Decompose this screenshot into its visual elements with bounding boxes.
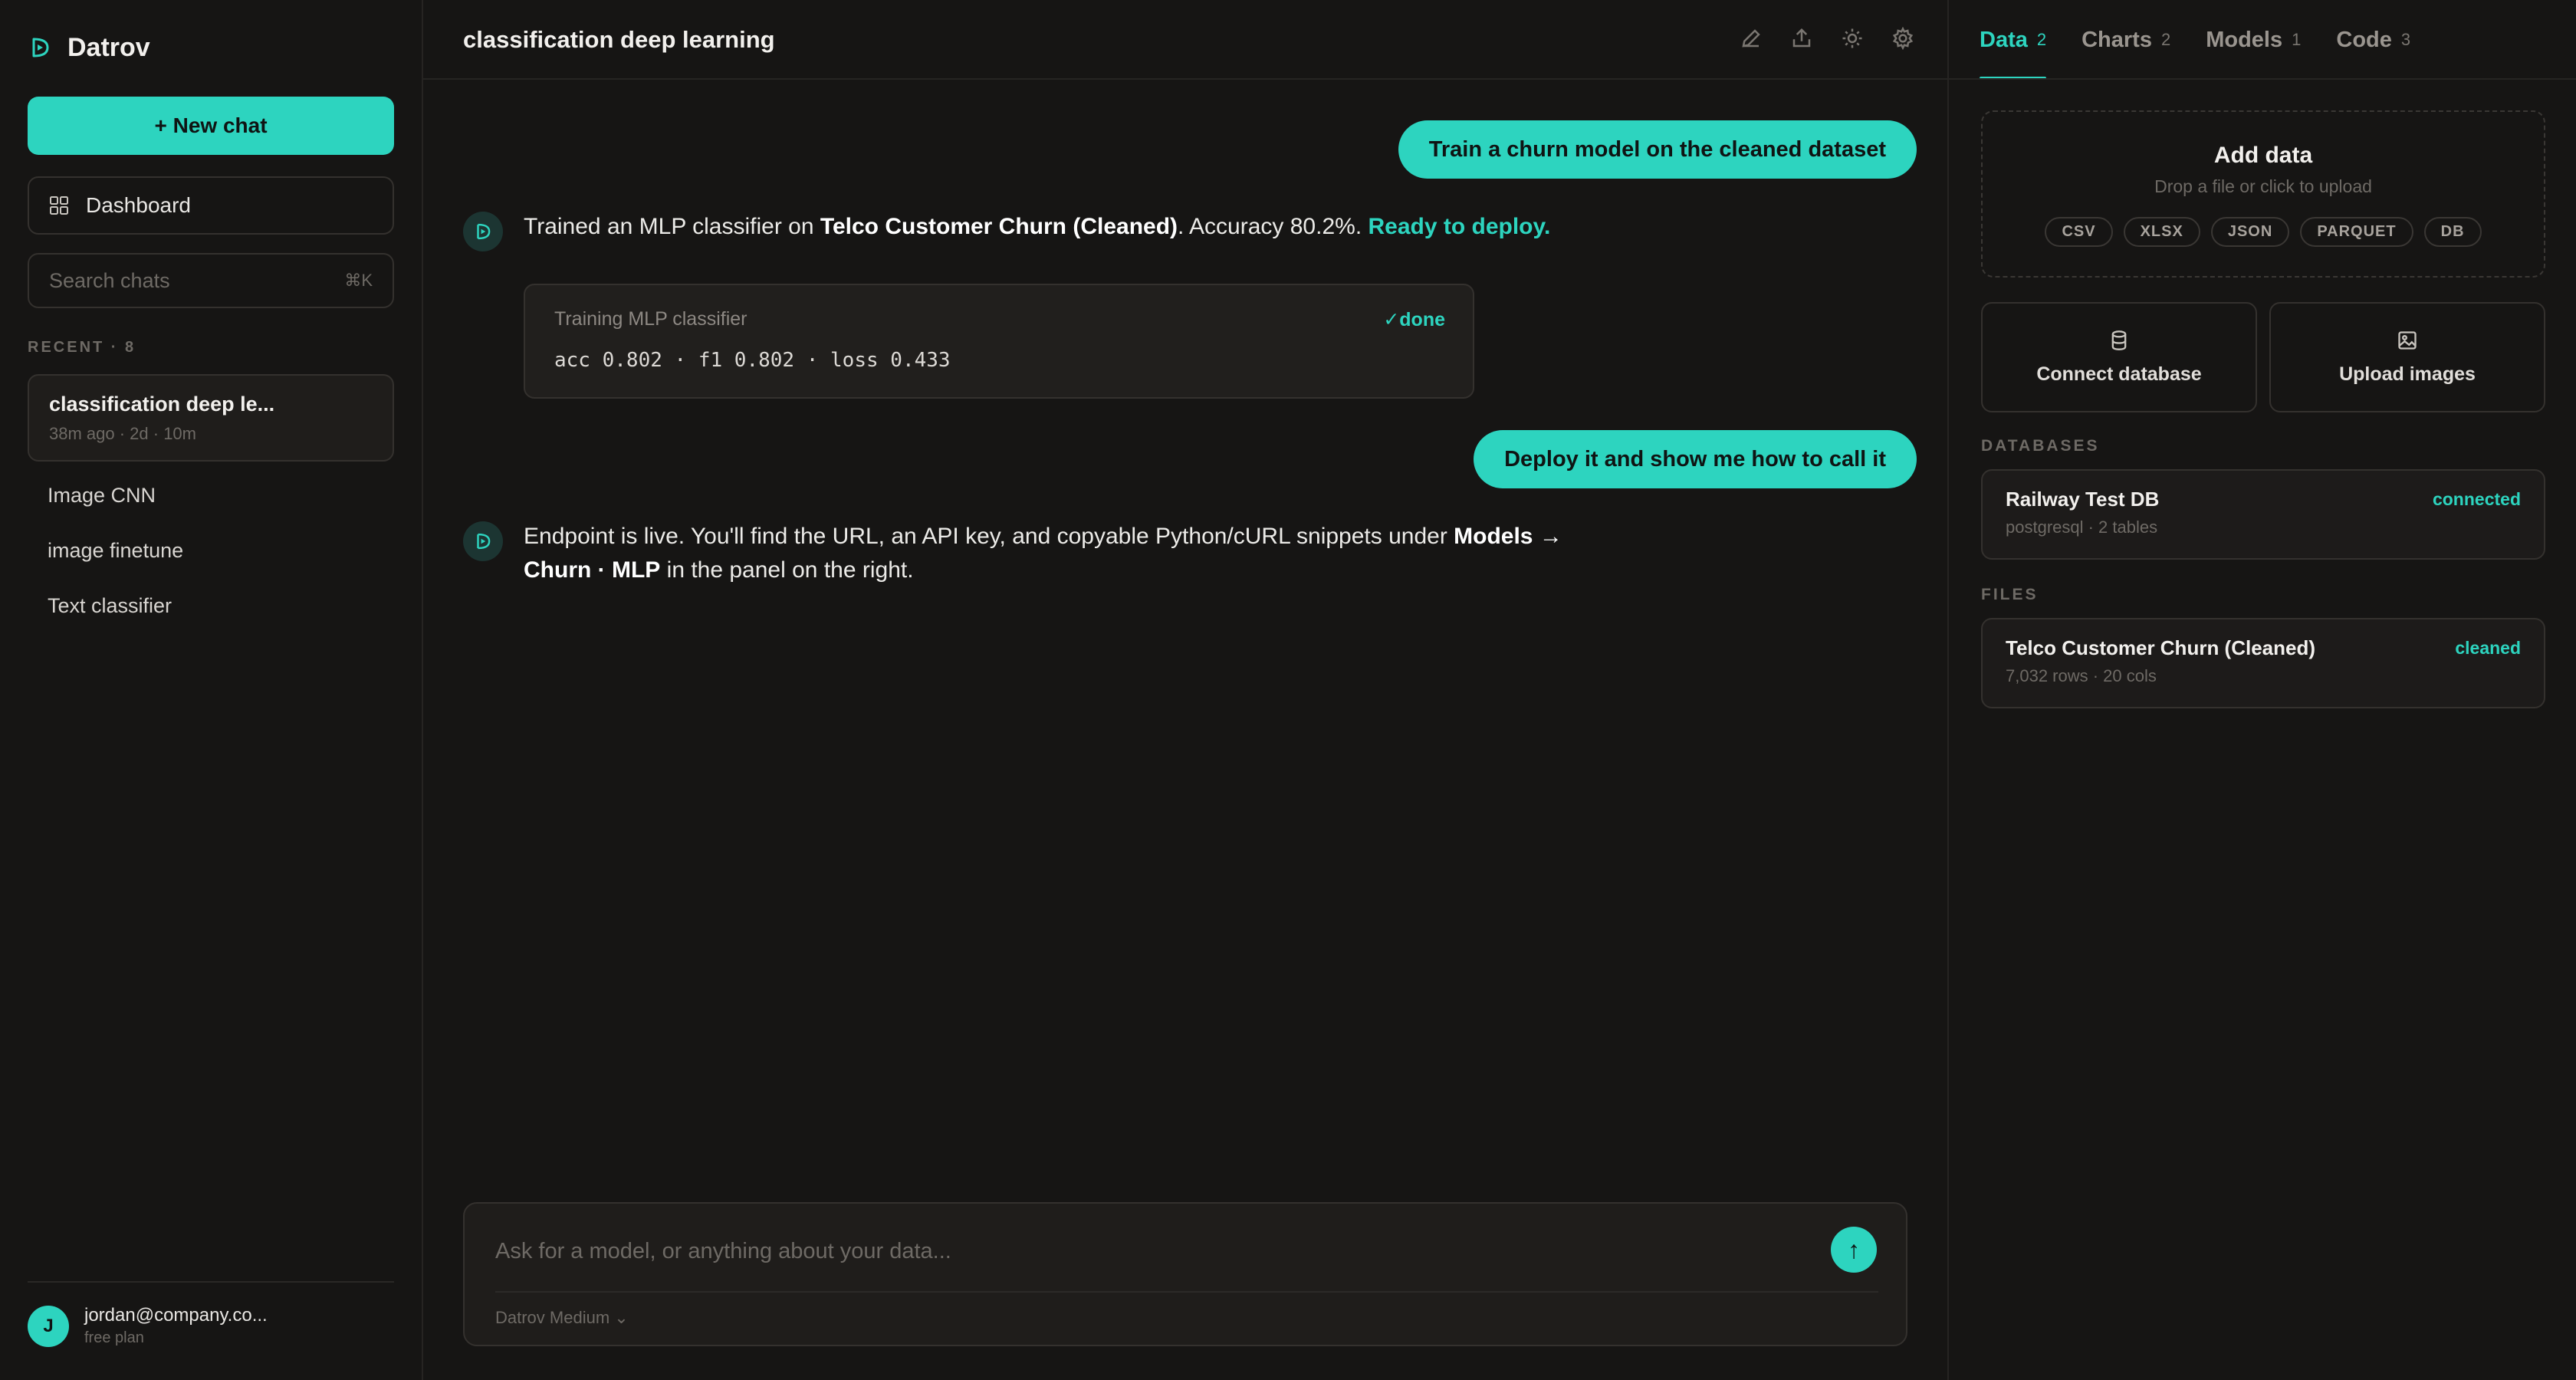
chat-item[interactable]: image finetune: [48, 539, 183, 563]
dataset-name: Telco Customer Churn (Cleaned): [820, 214, 1178, 239]
avatar: J: [28, 1305, 69, 1347]
format-chip: PARQUET: [2300, 217, 2413, 247]
header-actions: [1737, 25, 1917, 52]
tab-count: 3: [2400, 30, 2411, 49]
divider: [28, 1281, 394, 1283]
datrov-logo-icon: [32, 38, 49, 58]
upload-images-button[interactable]: Upload images: [2269, 302, 2545, 412]
dashboard-label: Dashboard: [86, 193, 191, 217]
tab-label: Data: [1980, 27, 2028, 52]
search-chats-input[interactable]: Search chats ⌘K: [28, 253, 394, 308]
edit-icon[interactable]: [1737, 25, 1765, 52]
format-chips: CSV XLSX JSON PARQUET DB: [1983, 217, 2544, 247]
page-title: classification deep learning: [463, 26, 775, 53]
message-text: Endpoint is live. You'll find the URL, a…: [524, 524, 1454, 549]
connect-database-label: Connect database: [2036, 363, 2202, 385]
message-composer[interactable]: Ask for a model, or anything about your …: [463, 1202, 1907, 1346]
message-text: in the panel on the right.: [660, 557, 914, 583]
databases-header: DATABASES: [1981, 437, 2100, 455]
add-data-dropzone[interactable]: Add data Drop a file or click to upload …: [1981, 110, 2545, 278]
format-chip: DB: [2423, 217, 2482, 247]
user-plan: free plan: [84, 1329, 144, 1346]
add-data-subtitle: Drop a file or click to upload: [2154, 176, 2372, 196]
datrov-logo-icon: [477, 223, 491, 240]
chat-item-active[interactable]: classification deep le... 38m ago · 2d ·…: [28, 374, 394, 462]
model-target: Churn · MLP: [524, 557, 661, 583]
datrov-logo-icon: [477, 533, 491, 550]
user-account[interactable]: J jordan@company.co... free plan: [28, 1305, 268, 1347]
settings-icon[interactable]: [1889, 25, 1917, 52]
tab-charts[interactable]: Charts 2: [2082, 0, 2170, 80]
model-selector[interactable]: Datrov Medium ⌄: [495, 1308, 629, 1328]
add-data-title: Add data: [2213, 143, 2313, 168]
tab-count: 1: [2292, 30, 2302, 49]
brand-name: Datrov: [67, 32, 150, 62]
tab-code[interactable]: Code 3: [2336, 0, 2410, 80]
tab-count: 2: [2036, 30, 2047, 49]
chat-meta: 38m ago · 2d · 10m: [49, 424, 196, 443]
panel-tabs: Data 2 Charts 2 Models 1 Code 3: [1980, 0, 2410, 80]
search-shortcut: ⌘K: [344, 271, 373, 290]
database-detail: postgresql · 2 tables: [2006, 518, 2158, 537]
training-metrics: acc 0.802 · f1 0.802 · loss 0.433: [554, 349, 951, 372]
tab-label: Code: [2336, 27, 2392, 52]
brand[interactable]: Datrov: [28, 28, 150, 67]
database-card[interactable]: Railway Test DB postgresql · 2 tables co…: [1981, 469, 2545, 560]
chat-item[interactable]: Image CNN: [48, 484, 156, 508]
grid-icon: [50, 196, 68, 215]
chat-item[interactable]: Text classifier: [48, 594, 172, 618]
search-placeholder: Search chats: [49, 268, 170, 292]
recent-header: RECENT · 8: [28, 339, 136, 356]
chat-title: classification deep le...: [49, 393, 275, 416]
file-detail: 7,032 rows · 20 cols: [2006, 666, 2157, 685]
share-icon[interactable]: [1788, 25, 1815, 52]
tab-models[interactable]: Models 1: [2206, 0, 2301, 80]
new-chat-button[interactable]: + New chat: [28, 97, 394, 155]
file-card[interactable]: Telco Customer Churn (Cleaned) 7,032 row…: [1981, 618, 2545, 708]
ready-status-link[interactable]: Ready to deploy.: [1368, 214, 1550, 239]
models-link: Models →: [1454, 524, 1562, 549]
assistant-avatar: [463, 212, 503, 251]
assistant-message: Endpoint is live. You'll find the URL, a…: [524, 520, 1597, 587]
format-chip: XLSX: [2123, 217, 2200, 247]
user-email: jordan@company.co...: [84, 1305, 268, 1326]
user-message: Deploy it and show me how to call it: [1474, 430, 1917, 488]
dashboard-button[interactable]: Dashboard: [28, 176, 394, 235]
assistant-avatar: [463, 521, 503, 561]
training-label: Training MLP classifier: [554, 308, 748, 330]
database-icon: [2111, 330, 2127, 350]
sidebar: Datrov + New chat Dashboard Search chats…: [0, 0, 423, 1380]
status-badge: cleaned: [2455, 638, 2521, 658]
composer-input[interactable]: Ask for a model, or anything about your …: [495, 1239, 951, 1264]
training-card: Training MLP classifier ✓done acc 0.802 …: [524, 284, 1474, 399]
tab-data[interactable]: Data 2: [1980, 0, 2047, 80]
tab-label: Charts: [2082, 27, 2152, 52]
chat-main: classification deep learning Train a chu…: [423, 0, 1947, 1380]
divider: [495, 1291, 1878, 1293]
right-panel: Data 2 Charts 2 Models 1 Code 3 Add data…: [1947, 0, 2576, 1380]
message-text: Trained an MLP classifier on: [524, 214, 820, 239]
files-header: FILES: [1981, 586, 2039, 603]
chat-header: classification deep learning: [423, 0, 1947, 80]
assistant-message: Trained an MLP classifier on Telco Custo…: [524, 210, 1597, 244]
user-message: Train a churn model on the cleaned datas…: [1398, 120, 1917, 179]
tab-count: 2: [2160, 30, 2171, 49]
connect-database-button[interactable]: Connect database: [1981, 302, 2257, 412]
image-icon: [2398, 330, 2417, 350]
training-status-badge: ✓done: [1383, 309, 1445, 330]
send-button[interactable]: ↑: [1831, 1227, 1877, 1273]
theme-icon[interactable]: [1838, 25, 1866, 52]
upload-images-label: Upload images: [2339, 363, 2476, 385]
format-chip: JSON: [2210, 217, 2290, 247]
message-text: . Accuracy 80.2%.: [1178, 214, 1368, 239]
divider: [1949, 78, 2576, 80]
file-name: Telco Customer Churn (Cleaned): [2006, 636, 2316, 659]
tab-label: Models: [2206, 27, 2283, 52]
status-badge: connected: [2432, 489, 2521, 509]
format-chip: CSV: [2045, 217, 2113, 247]
